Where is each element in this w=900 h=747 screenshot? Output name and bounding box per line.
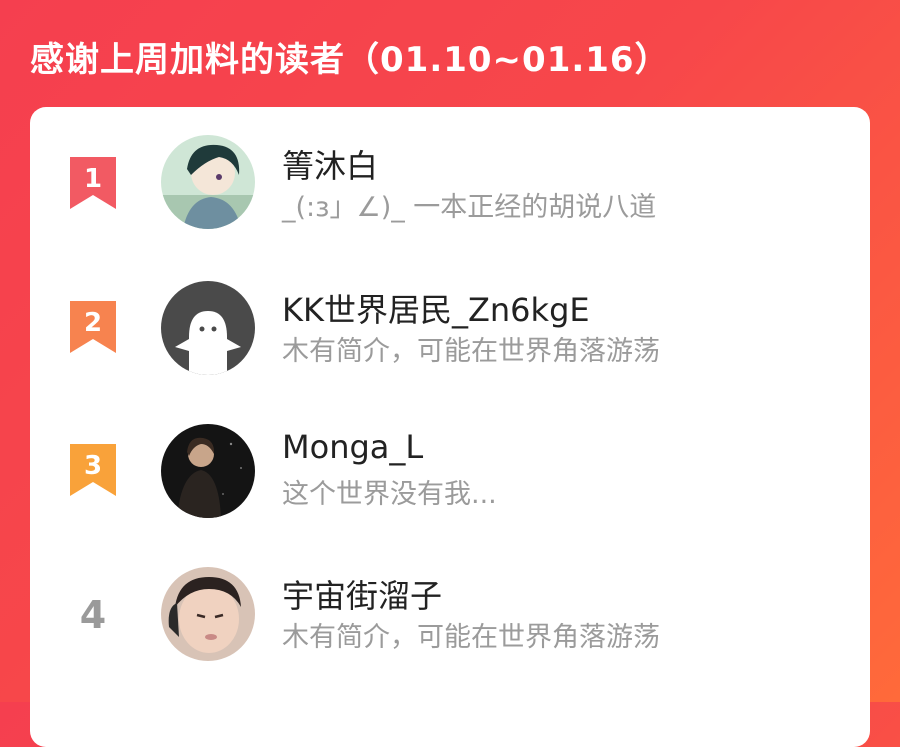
user-avatar[interactable] [161, 135, 255, 229]
reader-name[interactable]: 箐沐白 [282, 141, 378, 187]
reader-row[interactable]: 4 宇宙街溜子 木有简介，可能在世界角落游荡 [30, 535, 870, 665]
rank-number: 4 [79, 593, 107, 637]
reader-bio: _(:з」∠)_ 一本正经的胡说八道 [282, 192, 657, 223]
reader-row[interactable]: 1 箐沐白 _(:з」∠)_ 一本正经的胡说八道 [30, 107, 870, 237]
reader-row[interactable]: 2 KK世界居民_Zn6kgE 木有简介，可能在世界角落游荡 [30, 249, 870, 379]
user-avatar[interactable] [161, 281, 255, 375]
user-avatar[interactable] [161, 567, 255, 661]
reader-row[interactable]: 3 Monga_L 这个世界没有我... [30, 392, 870, 522]
reader-name[interactable]: KK世界居民_Zn6kgE [282, 285, 590, 331]
rank-ribbon-icon: 3 [68, 444, 118, 496]
reader-bio: 木有简介，可能在世界角落游荡 [282, 336, 660, 367]
reader-bio: 这个世界没有我... [282, 479, 497, 510]
page-title: 感谢上周加料的读者（01.10~01.16） [30, 40, 670, 80]
reader-name[interactable]: Monga_L [282, 428, 423, 466]
reader-name[interactable]: 宇宙街溜子 [282, 571, 442, 617]
reader-list-card: 1 箐沐白 _(:з」∠)_ 一本正经的胡说八道 2 KK世界居民_Zn6kgE… [30, 107, 870, 747]
rank-ribbon-icon: 1 [68, 157, 118, 209]
rank-number: 3 [84, 451, 102, 481]
rank-ribbon-icon: 2 [68, 301, 118, 353]
rank-number: 1 [84, 164, 102, 194]
rank-number: 2 [84, 308, 102, 338]
reader-bio: 木有简介，可能在世界角落游荡 [282, 622, 660, 653]
user-avatar[interactable] [161, 424, 255, 518]
